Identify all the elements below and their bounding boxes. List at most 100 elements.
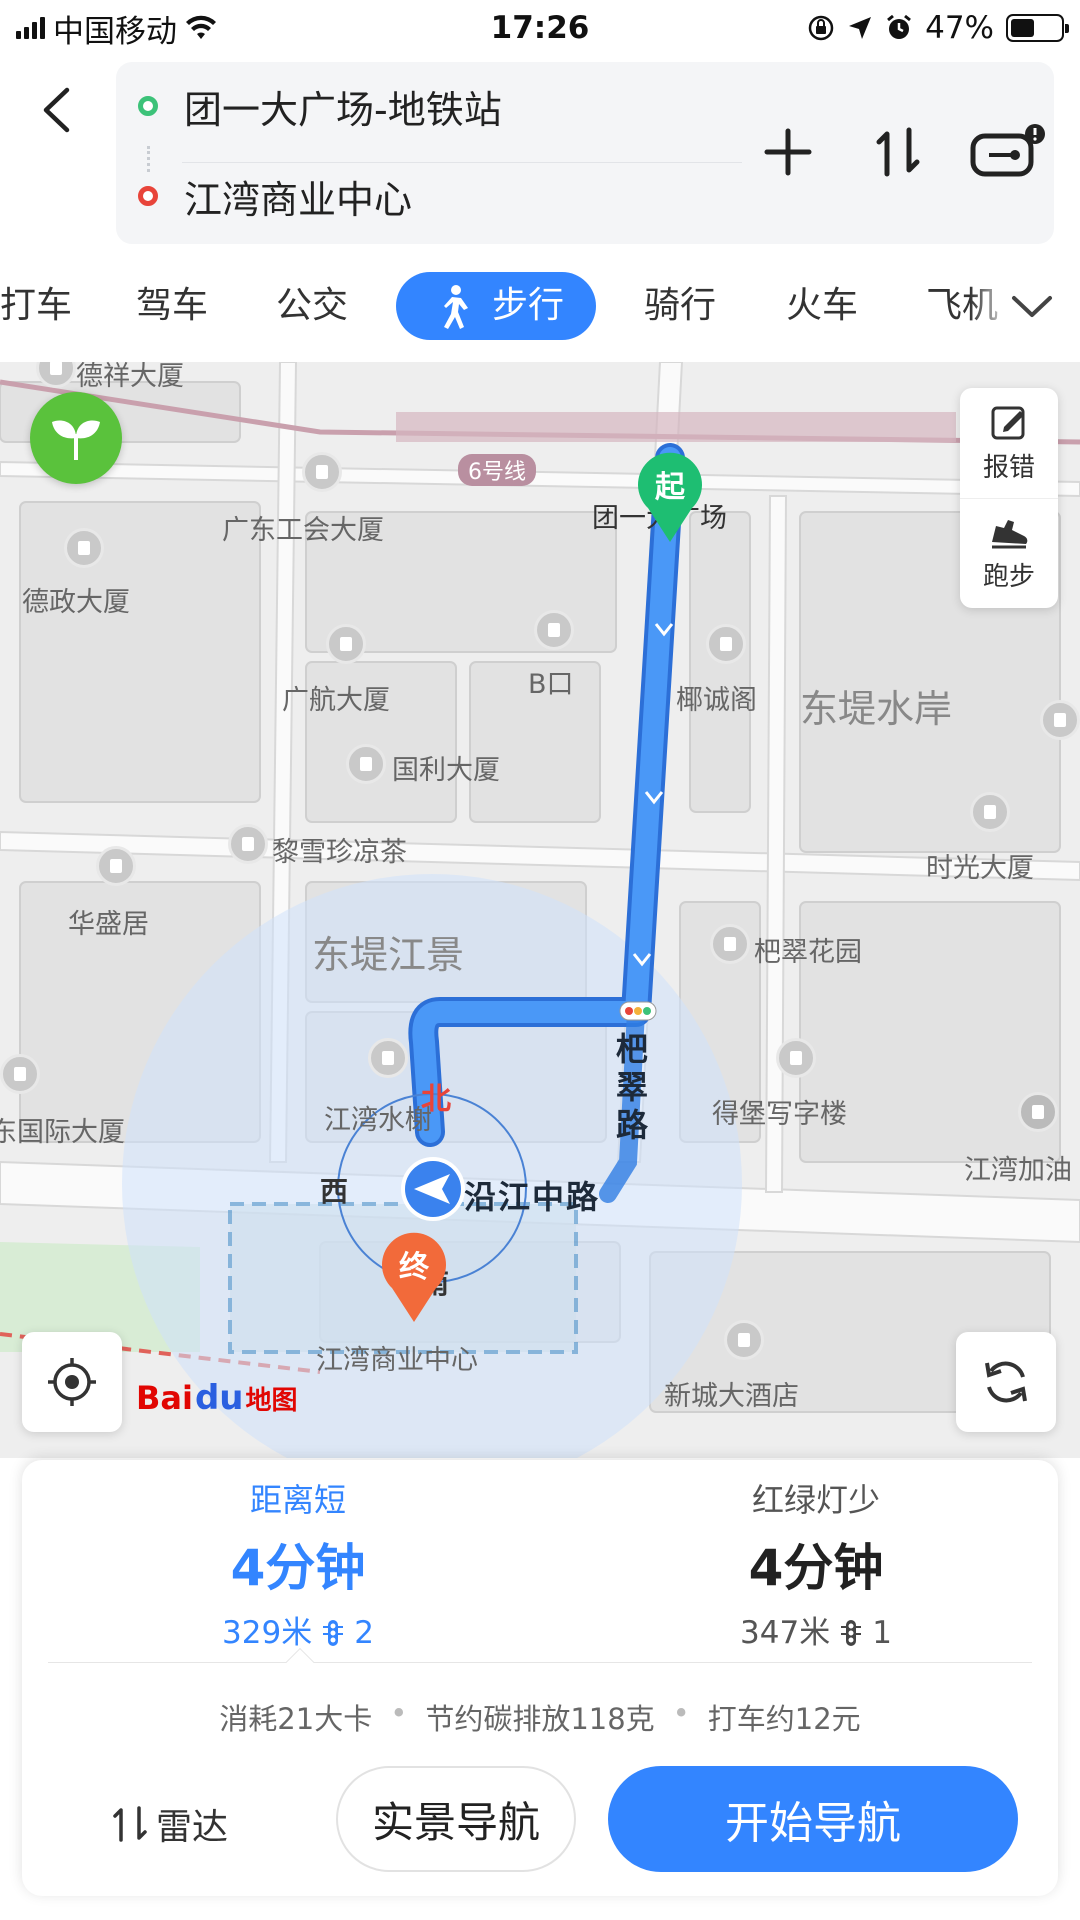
tab-train[interactable]: 火车 [786, 272, 858, 340]
end-pin-text: 终 [399, 1250, 429, 1285]
route-actions [748, 112, 1048, 192]
route-start-text: 团一大广场-地铁站 [184, 87, 502, 132]
label-bacui-huayuan: 杷翠花园 [754, 937, 862, 968]
logo-text-du: du [194, 1378, 244, 1418]
start-pin[interactable]: 起 [636, 452, 704, 548]
tab-bike[interactable]: 骑行 [644, 272, 716, 340]
poi-icon [710, 924, 750, 964]
plan-light-count: 2 [354, 1615, 374, 1651]
separator-dot: • [672, 1696, 690, 1730]
report-error-label: 报错 [982, 452, 1035, 483]
eco-taxi: 打车约12元 [707, 1702, 861, 1736]
plan-distance: 347米 [740, 1615, 831, 1651]
edit-icon [991, 406, 1025, 439]
eco-calories: 消耗21大卡 [219, 1702, 373, 1736]
label-dongdi-jiangjing: 东堤江景 [312, 933, 465, 977]
street-right [764, 495, 788, 1193]
locate-me-button[interactable] [22, 1332, 122, 1432]
traffic-light-icon [322, 1619, 344, 1647]
traffic-light-icon [840, 1619, 862, 1647]
add-waypoint-icon [764, 128, 812, 176]
tab-taxi[interactable]: 打车 [0, 272, 72, 340]
baidu-map-logo: Bai du 地图 [136, 1378, 298, 1418]
start-pin-text: 起 [655, 470, 685, 505]
start-navigation-button[interactable]: 开始导航 [608, 1766, 1018, 1872]
poi-icon [706, 624, 746, 664]
status-left: 中国移动 [16, 6, 356, 51]
poi-icon [368, 1038, 408, 1078]
tab-drive[interactable]: 驾车 [136, 272, 208, 340]
walk-icon [444, 285, 468, 329]
card-divider [48, 1662, 1032, 1663]
label-guoli: 国利大厦 [392, 755, 500, 786]
poi-icon [534, 610, 574, 650]
label-yecheng: 椰诚阁 [676, 685, 757, 716]
label-lixuezhen: 黎雪珍凉茶 [272, 837, 407, 868]
alarm-icon [887, 14, 912, 39]
tab-walk[interactable]: 步行 [396, 272, 596, 340]
map-base [0, 362, 1080, 1458]
sprout-icon [52, 420, 100, 460]
plan-time: 4分钟 [230, 1539, 366, 1597]
street-top [0, 460, 1080, 498]
label-huasheng: 华盛居 [68, 909, 149, 940]
label-dezheng: 德政大厦 [22, 587, 130, 618]
label-bkou: B口 [528, 669, 574, 700]
poi-icon [346, 744, 386, 784]
status-right: 47% [807, 10, 1069, 46]
back-button[interactable] [26, 80, 86, 140]
label-jiangwan-gas: 江湾加油 [964, 1155, 1072, 1186]
end-pin[interactable]: 终 [380, 1232, 448, 1328]
route-end-field[interactable]: 江湾商业中心 [116, 156, 412, 236]
logo-text-bai: Bai [136, 1379, 193, 1417]
carrier-name: 中国移动 [53, 13, 177, 50]
plan-tag: 距离短 [249, 1481, 346, 1519]
plan-option-shortest[interactable]: 距离短 4分钟 329米 2 [88, 1478, 508, 1658]
metro-station-band [396, 412, 956, 442]
back-icon [43, 87, 70, 133]
running-label: 跑步 [982, 562, 1035, 592]
label-guanghang: 广航大厦 [282, 685, 390, 716]
poi-icon [776, 1038, 816, 1078]
map-side-panel: 报错 跑步 [960, 388, 1058, 608]
separator-dot: • [390, 1696, 408, 1730]
label-jiangwan-shuixie: 江湾水榭 [324, 1105, 432, 1136]
compass-west: 西 [320, 1175, 349, 1208]
running-button[interactable]: 跑步 [960, 498, 1058, 608]
map-view[interactable]: 德祥大厦 广东工会大厦 德政大厦 广航大厦 B口 椰诚阁 东堤水岸 国利大厦 黎… [0, 362, 1080, 1458]
end-dot-icon [138, 186, 158, 206]
poi-icon [970, 792, 1010, 832]
poi-icon [64, 528, 104, 568]
label-line6: 6号线 [458, 454, 536, 486]
label-jiangwan-center: 江湾商业中心 [316, 1345, 478, 1376]
report-error-button[interactable]: 报错 [960, 388, 1058, 498]
vr-button[interactable] [968, 112, 1048, 192]
status-bar: 中国移动 17:26 47% [0, 0, 1080, 56]
wifi-icon [186, 15, 216, 39]
swap-route-button[interactable] [858, 112, 938, 192]
more-modes-button[interactable] [1010, 284, 1054, 328]
plan-light-count: 1 [872, 1615, 892, 1651]
plan-option-fewer-lights[interactable]: 红绿灯少 4分钟 347米 1 [606, 1478, 1026, 1658]
battery-percent: 47% [925, 10, 994, 46]
refresh-icon [985, 1361, 1027, 1403]
location-arrow-icon [849, 17, 872, 39]
route-start-field[interactable]: 团一大广场-地铁站 [116, 66, 502, 146]
chevron-down-icon [1012, 296, 1052, 317]
ar-navigation-button[interactable]: 实景导航 [336, 1766, 576, 1872]
tab-bus[interactable]: 公交 [276, 272, 348, 340]
eco-button[interactable] [30, 392, 122, 484]
refresh-route-button[interactable] [956, 1332, 1056, 1432]
road-name-yanjiang: 沿江中路 [464, 1178, 601, 1216]
start-dot-icon [138, 96, 158, 116]
label-dexiang: 德祥大厦 [76, 362, 184, 392]
poi-icon [96, 846, 136, 886]
label-gonghui: 广东工会大厦 [222, 515, 384, 546]
current-location-icon [401, 1157, 465, 1221]
plan-tag: 红绿灯少 [751, 1481, 880, 1519]
travel-mode-tabs: 打车 驾车 公交 步行 骑行 火车 飞机 [0, 262, 1080, 348]
eco-carbon: 节约碳排放118克 [425, 1702, 655, 1736]
add-waypoint-button[interactable] [748, 112, 828, 192]
radar-button[interactable]: 雷达 [112, 1798, 228, 1850]
label-dongdi-shuian: 东堤水岸 [800, 687, 953, 731]
